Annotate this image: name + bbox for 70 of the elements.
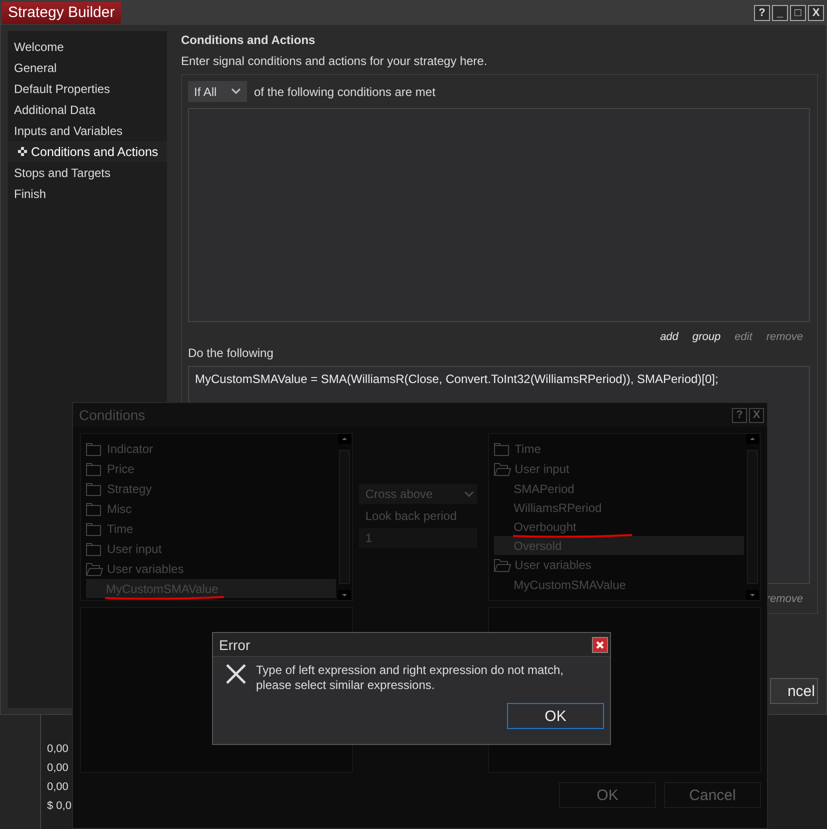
close-button[interactable] bbox=[592, 636, 608, 652]
sidebar-item[interactable]: Conditions and Actions bbox=[8, 141, 167, 162]
tree-item[interactable]: SMAPeriod bbox=[494, 479, 744, 498]
ok-button[interactable]: OK bbox=[507, 703, 604, 729]
scroll-up-icon[interactable] bbox=[338, 434, 352, 444]
folder-icon bbox=[86, 522, 103, 536]
cancel-button[interactable]: Cancel bbox=[664, 782, 761, 808]
axis-label: 0,00 bbox=[47, 742, 68, 757]
help-button[interactable]: ? bbox=[732, 408, 747, 422]
scroll-down-icon[interactable] bbox=[746, 590, 759, 600]
axis-label: 0,00 bbox=[47, 761, 68, 776]
condition-link[interactable]: group bbox=[692, 329, 721, 345]
close-icon bbox=[595, 640, 605, 650]
tree-item[interactable]: User variables bbox=[86, 559, 336, 579]
close-button[interactable]: X bbox=[808, 5, 824, 21]
minimize-button[interactable]: _ bbox=[772, 5, 788, 21]
tree-item[interactable]: MyCustomSMAValue bbox=[494, 575, 744, 594]
scroll-up-icon[interactable] bbox=[746, 434, 759, 444]
open-folder-icon bbox=[494, 558, 511, 572]
section-heading: Conditions and Actions bbox=[181, 33, 316, 47]
scroll-down-icon[interactable] bbox=[338, 590, 352, 600]
ok-button[interactable]: OK bbox=[559, 782, 656, 808]
tree-item[interactable]: WilliamsRPeriod bbox=[494, 498, 744, 517]
actions-label: Do the following bbox=[188, 346, 274, 360]
open-folder-icon bbox=[494, 462, 511, 476]
maximize-button[interactable]: □ bbox=[790, 5, 806, 21]
help-button[interactable]: ? bbox=[754, 5, 770, 21]
error-icon bbox=[225, 663, 247, 685]
sidebar-item[interactable]: Additional Data bbox=[8, 99, 167, 120]
dialog-title: Conditions bbox=[79, 407, 146, 423]
match-dropdown[interactable]: If All bbox=[188, 81, 247, 102]
lookback-label: Look back period bbox=[364, 508, 458, 524]
tree-item[interactable]: Time bbox=[86, 519, 336, 539]
tree-item[interactable]: Indicator bbox=[86, 439, 336, 459]
tree-item[interactable]: User variables bbox=[494, 555, 744, 575]
folder-icon bbox=[86, 502, 103, 516]
chevron-down-icon bbox=[464, 490, 474, 498]
tree-item[interactable]: User input bbox=[494, 459, 744, 479]
folder-icon bbox=[86, 542, 103, 556]
condition-link[interactable]: add bbox=[660, 329, 678, 345]
match-label: of the following conditions are met bbox=[254, 84, 436, 98]
window-title: Strategy Builder bbox=[2, 2, 121, 24]
folder-icon bbox=[86, 442, 103, 456]
scrollbar[interactable] bbox=[746, 434, 759, 600]
folder-icon bbox=[494, 442, 511, 456]
scrollbar[interactable] bbox=[338, 434, 352, 600]
close-button[interactable]: X bbox=[749, 408, 764, 422]
tree-item[interactable]: Price bbox=[86, 459, 336, 479]
folder-icon bbox=[86, 482, 103, 496]
section-description: Enter signal conditions and actions for your strategy here. bbox=[181, 54, 488, 68]
sidebar-item[interactable]: Welcome bbox=[8, 36, 167, 57]
error-message: Type of left expression and right expression do not match, please select similar expressions. bbox=[256, 663, 565, 693]
tree-item[interactable]: Time bbox=[494, 439, 744, 459]
tree-item[interactable]: Strategy bbox=[86, 479, 336, 499]
axis-label: 0,00 bbox=[47, 780, 68, 795]
cancel-button[interactable]: ncel bbox=[770, 678, 818, 704]
diamond-icon bbox=[18, 147, 27, 156]
folder-icon bbox=[86, 462, 103, 476]
tree-item[interactable]: Misc bbox=[86, 499, 336, 519]
tree-item[interactable]: Overbought bbox=[494, 517, 744, 536]
sidebar-item[interactable]: Stops and Targets bbox=[8, 162, 167, 183]
sidebar-item[interactable]: Finish bbox=[8, 183, 167, 204]
dialog-title: Error bbox=[219, 636, 250, 652]
open-folder-icon bbox=[86, 562, 103, 576]
chevron-down-icon bbox=[231, 88, 241, 95]
sidebar-item[interactable]: Inputs and Variables bbox=[8, 120, 167, 141]
sidebar-item[interactable]: General bbox=[8, 57, 167, 78]
sidebar-item[interactable]: Default Properties bbox=[8, 78, 167, 99]
tree-item[interactable]: User input bbox=[86, 539, 336, 559]
axis-label: $ 0,0 bbox=[47, 799, 72, 814]
